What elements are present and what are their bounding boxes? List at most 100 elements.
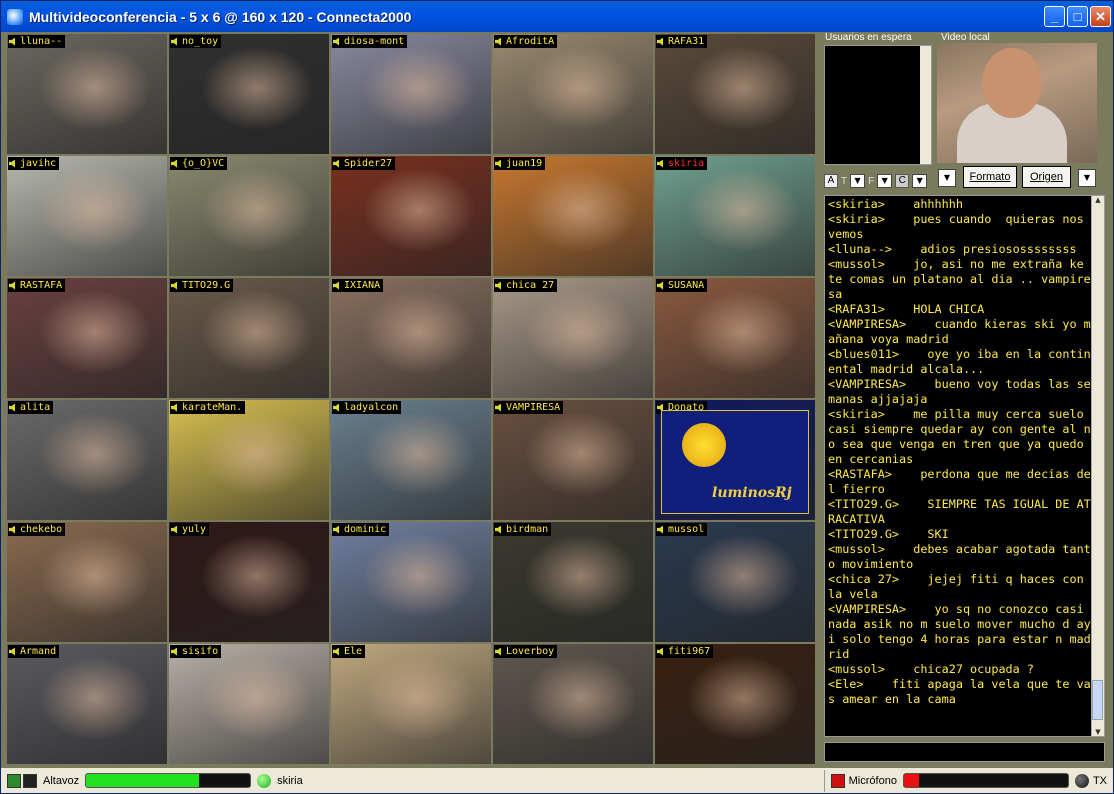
user-name: RASTAFA [20, 280, 63, 291]
speaker-icon[interactable] [657, 159, 663, 168]
speaker-icon[interactable] [495, 525, 501, 534]
video-tile[interactable]: alita [7, 400, 167, 520]
video-tile[interactable]: skiria [655, 156, 815, 276]
mic-mute-icon[interactable] [830, 773, 845, 788]
chevron-down-icon[interactable]: ▼ [850, 174, 866, 188]
video-tile[interactable]: yuly [169, 522, 329, 642]
speaker-icon[interactable] [657, 525, 663, 534]
video-tile[interactable]: fiti967 [655, 644, 815, 764]
speaker-toggle-icon[interactable] [7, 773, 21, 788]
video-tile[interactable]: Donato luminosRj [655, 400, 815, 520]
speaker-icon[interactable] [495, 37, 501, 46]
video-tile[interactable]: dominic [331, 522, 491, 642]
speaker-icon[interactable] [333, 647, 339, 656]
video-tile[interactable]: VAMPIRESA [493, 400, 653, 520]
user-label: birdman [494, 523, 552, 536]
speaker-icon[interactable] [9, 281, 15, 290]
speaker-icon[interactable] [495, 281, 501, 290]
chat-scroll-thumb[interactable] [1092, 680, 1103, 720]
video-tile[interactable]: no_toy [169, 34, 329, 154]
speaker-mute-icon[interactable] [23, 773, 37, 788]
video-tile[interactable]: sisifo [169, 644, 329, 764]
user-name: mussol [668, 524, 705, 535]
title-bar[interactable]: Multivideoconferencia - 5 x 6 @ 160 x 12… [1, 1, 1113, 32]
local-video [937, 43, 1097, 163]
chat-scrollbar[interactable]: ▲ ▼ [1091, 196, 1104, 736]
color-c-button[interactable]: C [895, 174, 910, 188]
source-dropdown[interactable]: ▼ [1078, 169, 1096, 187]
video-feed [655, 278, 815, 398]
speaker-icon[interactable] [171, 159, 177, 168]
video-tile[interactable]: mussol [655, 522, 815, 642]
video-tile[interactable]: lluna-- [7, 34, 167, 154]
video-tile[interactable]: javihc [7, 156, 167, 276]
text-format-controls: A T ▼ F ▼ C ▼ [824, 170, 928, 192]
speaker-icon[interactable] [9, 647, 15, 656]
speaker-icon[interactable] [9, 159, 15, 168]
video-tile[interactable]: Loverboy [493, 644, 653, 764]
chat-message: <skiria> me pilla muy cerca suelo casi s… [828, 407, 1091, 466]
source-button[interactable]: Origen [1022, 166, 1071, 188]
video-tile[interactable]: karateMan. [169, 400, 329, 520]
chat-messages: <skiria> ahhhhhh <skiria> pues cuando qui… [828, 197, 1094, 707]
user-name: SUSANA [668, 280, 705, 291]
maximize-button[interactable]: □ [1067, 6, 1088, 27]
video-tile[interactable]: birdman [493, 522, 653, 642]
video-tile[interactable]: RAFA31 [655, 34, 815, 154]
video-feed [493, 278, 653, 398]
user-label: RASTAFA [8, 279, 66, 292]
speaker-icon[interactable] [657, 647, 663, 656]
minimize-button[interactable]: _ [1044, 6, 1065, 27]
user-label: javihc [8, 157, 60, 170]
text-color-a-button[interactable]: A [824, 174, 838, 188]
speaker-icon[interactable] [171, 647, 177, 656]
video-tile[interactable]: Ele [331, 644, 491, 764]
speaker-icon[interactable] [333, 403, 339, 412]
video-tile[interactable]: chica 27 [493, 278, 653, 398]
close-button[interactable]: ✕ [1090, 6, 1111, 27]
video-tile[interactable]: Spider27 [331, 156, 491, 276]
speaker-icon[interactable] [333, 37, 339, 46]
video-tile[interactable]: Armand [7, 644, 167, 764]
speaker-icon[interactable] [333, 281, 339, 290]
user-label: ladyalcon [332, 401, 402, 414]
chevron-down-icon[interactable]: ▼ [877, 174, 893, 188]
speaker-icon[interactable] [9, 37, 15, 46]
user-name: chekebo [20, 524, 63, 535]
video-tile[interactable]: IXIANA [331, 278, 491, 398]
video-tile[interactable]: TITO29.G [169, 278, 329, 398]
speaker-icon[interactable] [171, 403, 177, 412]
format-button[interactable]: Formato [963, 166, 1017, 188]
speaker-icon[interactable] [171, 525, 177, 534]
mic-level-meter [902, 773, 1069, 788]
chevron-down-icon[interactable]: ▼ [912, 174, 928, 188]
user-name: alita [20, 402, 51, 413]
video-tile[interactable]: ladyalcon [331, 400, 491, 520]
speaker-icon[interactable] [495, 647, 501, 656]
video-feed [7, 278, 167, 398]
waiting-list-scrollbar[interactable] [920, 46, 931, 164]
local-options-dropdown[interactable]: ▼ [938, 169, 956, 187]
chat-log[interactable]: <skiria> ahhhhhh <skiria> pues cuando qui… [824, 195, 1105, 737]
speaker-icon[interactable] [9, 403, 15, 412]
speaker-icon[interactable] [171, 37, 177, 46]
video-tile[interactable]: juan19 [493, 156, 653, 276]
speaker-icon[interactable] [495, 159, 501, 168]
speaker-icon[interactable] [657, 37, 663, 46]
chat-input[interactable] [824, 742, 1105, 762]
video-tile[interactable]: SUSANA [655, 278, 815, 398]
user-label: chica 27 [494, 279, 558, 292]
video-tile[interactable]: chekebo [7, 522, 167, 642]
speaker-icon[interactable] [333, 525, 339, 534]
video-tile[interactable]: RASTAFA [7, 278, 167, 398]
video-tile[interactable]: diosa-mont [331, 34, 491, 154]
video-tile[interactable]: AfroditA [493, 34, 653, 154]
waiting-users-list[interactable] [824, 45, 932, 165]
speaker-icon[interactable] [657, 281, 663, 290]
video-feed [169, 278, 329, 398]
video-tile[interactable]: {o_O}VC [169, 156, 329, 276]
speaker-icon[interactable] [171, 281, 177, 290]
speaker-icon[interactable] [333, 159, 339, 168]
speaker-icon[interactable] [9, 525, 15, 534]
speaker-icon[interactable] [495, 403, 501, 412]
